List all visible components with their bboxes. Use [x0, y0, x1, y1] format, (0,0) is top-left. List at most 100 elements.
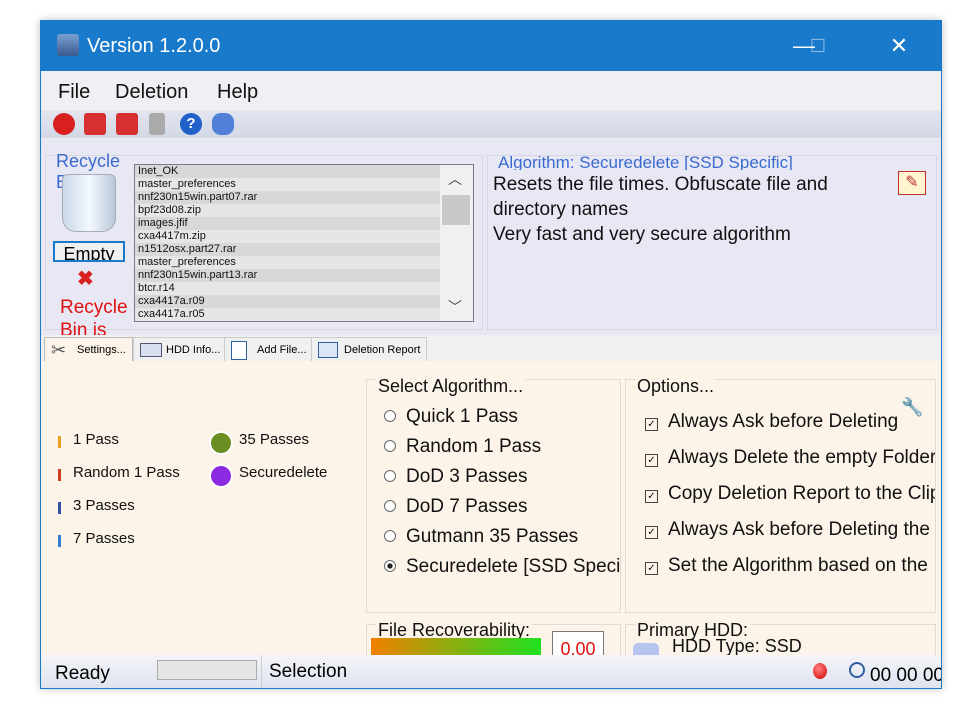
- maximize-button[interactable]: ☐: [795, 21, 841, 71]
- tab-add-file[interactable]: Add File...: [224, 337, 314, 362]
- legend-color-swatch: [58, 436, 61, 448]
- legend-color-swatch: [209, 431, 233, 455]
- checkbox[interactable]: ✓: [645, 418, 658, 431]
- legend-label: 35 Passes: [239, 431, 310, 448]
- toolbar: ?: [41, 110, 941, 138]
- menu-deletion[interactable]: Deletion: [115, 81, 188, 104]
- file-list-item[interactable]: master_preferences: [135, 178, 440, 191]
- recycle-bin-icon: [62, 174, 116, 232]
- file-list-item[interactable]: cxa4417a.r09: [135, 295, 440, 308]
- tab-hdd-info[interactable]: HDD Info...: [133, 337, 228, 362]
- option-label: Always Ask before Deleting: [668, 411, 899, 432]
- algorithm-description-line: Very fast and very secure algorithm: [493, 224, 791, 245]
- checkbox[interactable]: ✓: [645, 490, 658, 503]
- option-label: Copy Deletion Report to the Clipboard: [668, 483, 935, 504]
- list-scrollbar[interactable]: ︿ ﹀: [440, 165, 473, 321]
- hdd-icon: [140, 343, 162, 357]
- algorithm-title: Algorithm: Securedelete [SSD Specific]: [498, 153, 793, 170]
- tab-deletion-report[interactable]: Deletion Report: [311, 337, 428, 362]
- option-label: Set the Algorithm based on the: [668, 555, 928, 576]
- app-window: Version 1.2.0.0 — ☐ ✕ File Deletion Help…: [40, 20, 942, 689]
- file-list-item[interactable]: nnf230n15win.part13.rar: [135, 269, 440, 282]
- recycle-bin-file-list[interactable]: Inet_OK master_preferences nnf230n15win.pa…: [134, 164, 474, 322]
- algorithm-radio-option[interactable]: Quick 1 Pass: [384, 406, 620, 436]
- menu-file[interactable]: File: [58, 81, 90, 104]
- legend-label: 1 Pass: [73, 431, 119, 448]
- tab-label: Add File...: [257, 344, 307, 356]
- algorithm-radio-option[interactable]: DoD 7 Passes: [384, 496, 620, 526]
- checkbox[interactable]: ✓: [645, 454, 658, 467]
- tools-icon: ✂: [51, 340, 67, 360]
- algorithm-option-label: Random 1 Pass: [406, 436, 542, 457]
- checkbox[interactable]: ✓: [645, 526, 658, 539]
- checkbox[interactable]: ✓: [645, 562, 658, 575]
- window-title: Version 1.2.0.0: [87, 35, 221, 57]
- hdd-type: HDD Type: SSD: [672, 636, 802, 655]
- algorithm-option-label: DoD 7 Passes: [406, 496, 528, 517]
- recoverability-bar: [371, 638, 541, 655]
- algorithm-radio-option[interactable]: DoD 3 Passes: [384, 466, 620, 496]
- status-progress: [157, 660, 257, 680]
- radio-button[interactable]: [384, 470, 396, 482]
- option-checkbox[interactable]: ✓ Copy Deletion Report to the Clipboard: [645, 483, 935, 519]
- option-checkbox[interactable]: ✓ Set the Algorithm based on the: [645, 555, 935, 591]
- status-timer: 00 00 00: [870, 665, 941, 686]
- title-bar: Version 1.2.0.0 — ☐ ✕: [41, 21, 941, 71]
- recycle-warning: Recycle Bin is not Secure!: [60, 297, 128, 335]
- menu-help[interactable]: Help: [217, 81, 258, 104]
- select-algorithm-title: Select Algorithm...: [376, 376, 526, 397]
- ssd-icon: [633, 643, 659, 655]
- file-list-item[interactable]: Inet_OK: [135, 165, 440, 178]
- radio-button[interactable]: [384, 410, 396, 422]
- status-bar: Ready Selection 00 00 00: [41, 655, 941, 688]
- scroll-thumb[interactable]: [442, 195, 470, 225]
- stopwatch-icon: [849, 662, 865, 678]
- status-selection: Selection: [269, 661, 348, 682]
- algorithm-radio-option[interactable]: Gutmann 35 Passes: [384, 526, 620, 556]
- scroll-down-icon[interactable]: ﹀: [448, 297, 462, 317]
- option-checkbox[interactable]: ✓ Always Delete the empty Folders: [645, 447, 935, 483]
- option-checkbox[interactable]: ✓ Always Ask before Deleting the: [645, 519, 935, 555]
- trash-can-icon[interactable]: [149, 113, 165, 135]
- algorithm-option-label: DoD 3 Passes: [406, 466, 528, 487]
- status-ready: Ready: [55, 663, 110, 684]
- file-list-item[interactable]: cxa4417m.zip: [135, 230, 440, 243]
- algorithm-description-line: Resets the file times. Obfuscate file an…: [493, 174, 828, 195]
- close-button[interactable]: ✕: [876, 21, 922, 71]
- options-title: Options...: [635, 376, 717, 397]
- file-list-item[interactable]: bpf23d08.zip: [135, 204, 440, 217]
- help-icon[interactable]: ?: [180, 113, 202, 135]
- footprint-icon[interactable]: [212, 113, 234, 135]
- power-icon[interactable]: [53, 113, 75, 135]
- radio-button[interactable]: [384, 560, 396, 572]
- radio-button[interactable]: [384, 530, 396, 542]
- tab-label: HDD Info...: [166, 344, 221, 356]
- settings-tab-content: 1 Pass Random 1 Pass 3 Passes 7 Passes 35 Pa…: [41, 361, 941, 655]
- empty-recycle-bin-button[interactable]: Empty: [53, 241, 125, 262]
- not-secure-icon: ✖: [77, 268, 94, 290]
- open-folder-icon[interactable]: [84, 113, 106, 135]
- file-list-item[interactable]: images.jfif: [135, 217, 440, 230]
- option-checkbox[interactable]: ✓ Always Ask before Deleting: [645, 411, 935, 447]
- radio-button[interactable]: [384, 440, 396, 452]
- tab-settings[interactable]: ✂ Settings...: [44, 337, 133, 362]
- scroll-up-icon[interactable]: ︿: [448, 169, 462, 189]
- file-list-item[interactable]: n1512osx.part27.rar: [135, 243, 440, 256]
- file-list-item[interactable]: btcr.r14: [135, 282, 440, 295]
- edit-notes-icon[interactable]: ✎: [898, 171, 926, 195]
- file-list-item[interactable]: cxa4417a.r05: [135, 308, 440, 321]
- algorithm-radio-option[interactable]: Securedelete [SSD Specific]: [384, 556, 620, 586]
- folder-icon[interactable]: [116, 113, 138, 135]
- option-label: Always Delete the empty Folders: [668, 447, 935, 468]
- tab-label: Deletion Report: [344, 344, 421, 356]
- file-list-item[interactable]: nnf230n15win.part07.rar: [135, 191, 440, 204]
- file-list-item[interactable]: master_preferences: [135, 256, 440, 269]
- report-icon: [318, 342, 338, 358]
- radio-button[interactable]: [384, 500, 396, 512]
- algorithm-option-label: Gutmann 35 Passes: [406, 526, 579, 547]
- legend-label: Securedelete: [239, 464, 328, 481]
- legend-label: Random 1 Pass: [73, 464, 180, 481]
- legend-color-swatch: [58, 535, 61, 547]
- algorithm-radio-option[interactable]: Random 1 Pass: [384, 436, 620, 466]
- app-icon: [57, 34, 79, 56]
